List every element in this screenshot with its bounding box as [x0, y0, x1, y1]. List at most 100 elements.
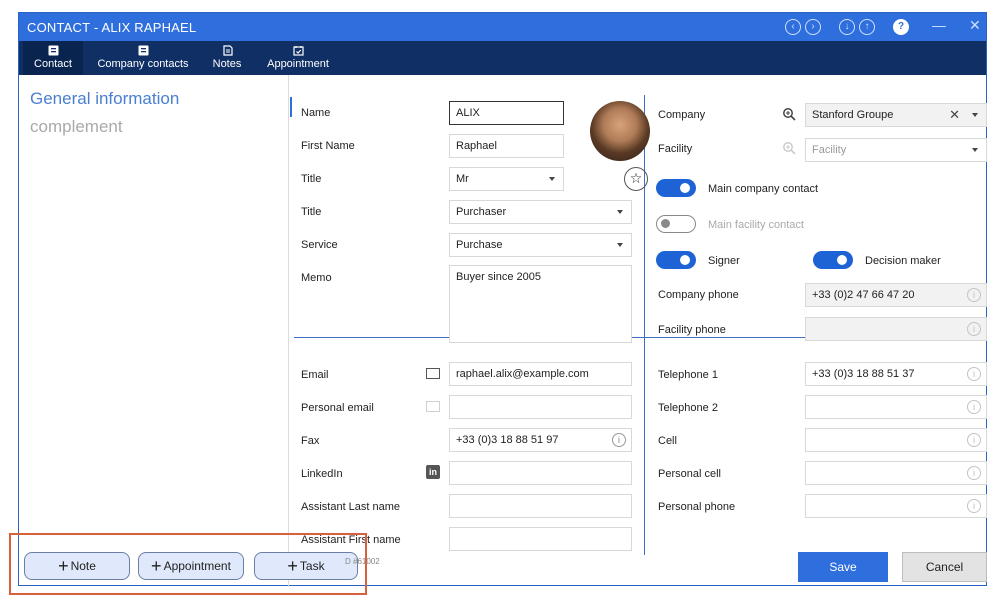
- back-icon[interactable]: ‹: [785, 19, 801, 35]
- telephone2-field[interactable]: [805, 395, 987, 419]
- cancel-button[interactable]: Cancel: [902, 552, 987, 582]
- clear-icon[interactable]: ✕: [949, 107, 960, 123]
- company-select[interactable]: Stanford Groupe ✕: [805, 103, 987, 127]
- info-icon[interactable]: i: [967, 499, 981, 513]
- avatar[interactable]: [590, 101, 650, 161]
- assistant-last-name-field[interactable]: [449, 494, 632, 518]
- minimize-icon[interactable]: —: [932, 17, 946, 33]
- toggle-knob: [680, 183, 690, 193]
- forward-icon[interactable]: ›: [805, 19, 821, 35]
- info-icon[interactable]: i: [967, 288, 981, 302]
- first-name-label: First Name: [301, 140, 355, 152]
- title2-label: Title: [301, 206, 322, 218]
- name-label: Name: [301, 107, 331, 119]
- info-icon[interactable]: i: [967, 400, 981, 414]
- toggle-knob: [837, 255, 847, 265]
- tab-company-contacts[interactable]: Company contacts: [93, 41, 193, 75]
- toggle-knob: [680, 255, 690, 265]
- signer-toggle[interactable]: [656, 251, 696, 269]
- personal-cell-field[interactable]: [805, 461, 987, 485]
- contacts-book-icon: [138, 45, 148, 56]
- title-select[interactable]: Mr: [449, 167, 564, 191]
- email-label: Email: [301, 369, 329, 381]
- close-icon[interactable]: ✕: [969, 17, 981, 34]
- decision-maker-toggle[interactable]: [813, 251, 853, 269]
- chevron-down-icon: [549, 177, 555, 181]
- memo-field[interactable]: Buyer since 2005: [449, 265, 632, 343]
- telephone1-field[interactable]: +33 (0)3 18 88 51 37: [805, 362, 987, 386]
- title2-select[interactable]: Purchaser: [449, 200, 632, 224]
- service-label: Service: [301, 239, 338, 251]
- telephone1-label: Telephone 1: [658, 369, 718, 381]
- info-icon[interactable]: i: [967, 322, 981, 336]
- help-icon[interactable]: ?: [893, 19, 909, 35]
- window-title: CONTACT - ALIX RAPHAEL: [27, 20, 197, 35]
- tab-appointment-label: Appointment: [267, 58, 329, 70]
- info-icon[interactable]: i: [967, 367, 981, 381]
- save-button[interactable]: Save: [798, 552, 888, 582]
- company-phone-field[interactable]: +33 (0)2 47 66 47 20: [805, 283, 987, 307]
- contact-window: CONTACT - ALIX RAPHAEL ‹ › ↓ ↑ ? — ✕ Con…: [18, 12, 987, 587]
- main-company-contact-label: Main company contact: [708, 183, 819, 195]
- notes-icon: [222, 45, 233, 56]
- chevron-down-icon: [617, 210, 623, 214]
- info-icon[interactable]: i: [612, 433, 626, 447]
- cell-field[interactable]: [805, 428, 987, 452]
- personal-email-field[interactable]: [449, 395, 632, 419]
- fax-label: Fax: [301, 435, 320, 447]
- title-label: Title: [301, 173, 322, 185]
- company-phone-label: Company phone: [658, 289, 739, 301]
- main-facility-contact-label: Main facility contact: [708, 219, 804, 231]
- column-divider: [644, 95, 645, 555]
- highlight-box: [9, 533, 367, 595]
- personal-phone-field[interactable]: [805, 494, 987, 518]
- tab-notes-label: Notes: [212, 58, 242, 70]
- linkedin-field[interactable]: [449, 461, 632, 485]
- search-icon[interactable]: [782, 107, 796, 121]
- telephone2-label: Telephone 2: [658, 402, 718, 414]
- tab-contact-label: Contact: [34, 58, 72, 70]
- fax-field[interactable]: +33 (0)3 18 88 51 97: [449, 428, 632, 452]
- chevron-down-icon: [617, 243, 623, 247]
- assistant-first-name-field[interactable]: [449, 527, 632, 551]
- mail-icon[interactable]: [426, 368, 440, 379]
- sidebar-item-general-information[interactable]: General information: [30, 89, 179, 109]
- tab-contact[interactable]: Contact: [23, 41, 83, 75]
- company-select-value: Stanford Groupe: [812, 109, 894, 121]
- mail-icon: [426, 401, 440, 412]
- tab-company-contacts-label: Company contacts: [97, 58, 189, 70]
- tab-appointment[interactable]: Appointment: [263, 41, 333, 75]
- search-icon: [783, 142, 796, 155]
- assistant-last-name-label: Assistant Last name: [301, 501, 401, 513]
- title-bar: CONTACT - ALIX RAPHAEL ‹ › ↓ ↑ ? — ✕: [19, 13, 986, 41]
- title-select-value: Mr: [456, 173, 469, 185]
- facility-placeholder: Facility: [812, 144, 847, 156]
- email-field[interactable]: raphael.alix@example.com: [449, 362, 632, 386]
- upload-icon[interactable]: ↑: [859, 19, 875, 35]
- info-icon[interactable]: i: [967, 466, 981, 480]
- facility-select[interactable]: Facility: [805, 138, 987, 162]
- linkedin-label: LinkedIn: [301, 468, 343, 480]
- service-select[interactable]: Purchase: [449, 233, 632, 257]
- chevron-down-icon[interactable]: [972, 113, 978, 117]
- star-icon[interactable]: ☆: [624, 167, 648, 191]
- decision-maker-label: Decision maker: [865, 255, 941, 267]
- section-accent: [290, 97, 292, 117]
- linkedin-icon[interactable]: in: [426, 465, 440, 479]
- toggle-knob: [661, 219, 670, 228]
- facility-phone-field[interactable]: [805, 317, 987, 341]
- company-label: Company: [658, 109, 706, 121]
- first-name-field[interactable]: Raphael: [449, 134, 564, 158]
- chevron-down-icon: [972, 148, 978, 152]
- download-icon[interactable]: ↓: [839, 19, 855, 35]
- toolbar: Contact Company contacts Notes Appointme…: [19, 41, 986, 75]
- title2-select-value: Purchaser: [456, 206, 507, 218]
- tab-notes[interactable]: Notes: [205, 41, 249, 75]
- main-company-contact-toggle[interactable]: [656, 179, 696, 197]
- sidebar-item-complement[interactable]: complement: [30, 117, 123, 137]
- main-facility-contact-toggle[interactable]: [656, 215, 696, 233]
- memo-label: Memo: [301, 272, 332, 284]
- name-field[interactable]: ALIX: [449, 101, 564, 125]
- service-select-value: Purchase: [456, 239, 503, 251]
- info-icon[interactable]: i: [967, 433, 981, 447]
